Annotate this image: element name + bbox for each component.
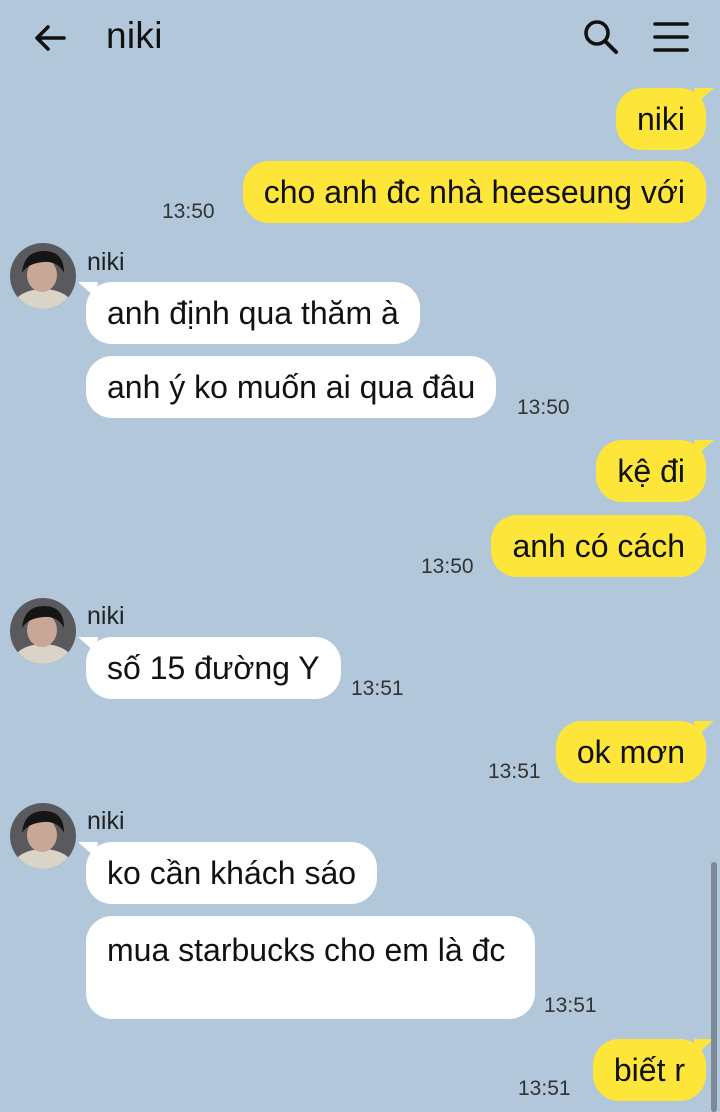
outgoing-message[interactable]: kệ đi [596, 440, 706, 502]
profile-photo [10, 243, 76, 309]
menu-button[interactable] [650, 16, 692, 58]
bubble-tail [694, 440, 714, 456]
bubble-tail [78, 282, 98, 298]
bubble-tail [694, 721, 714, 737]
search-icon [584, 20, 618, 54]
message-time: 13:51 [488, 760, 541, 783]
message-text: anh ý ko muốn ai qua đâu [107, 369, 476, 405]
incoming-message[interactable]: anh định qua thăm à [86, 282, 420, 344]
incoming-message[interactable]: mua starbucks cho em là đc [86, 916, 535, 1019]
message-text: mua starbucks cho em là đc [107, 932, 506, 968]
bubble-tail [78, 842, 98, 858]
outgoing-message[interactable]: anh có cách [491, 515, 706, 577]
message-text: anh có cách [512, 528, 685, 564]
outgoing-message[interactable]: biết r [592, 1039, 706, 1101]
message-time: 13:50 [517, 396, 570, 419]
message-text: ok mơn [576, 734, 685, 770]
incoming-message[interactable]: ko cần khách sáo [86, 842, 378, 904]
sender-name: niki [87, 602, 125, 630]
message-text: cho anh đc nhà heeseung với [263, 174, 685, 210]
avatar[interactable] [10, 598, 76, 664]
message-time: 13:50 [421, 555, 474, 578]
message-text: anh định qua thăm à [107, 295, 399, 331]
message-time: 13:51 [518, 1077, 571, 1100]
avatar[interactable] [10, 803, 76, 869]
incoming-message[interactable]: số 15 đường Y [86, 637, 341, 699]
message-time: 13:50 [162, 200, 215, 223]
hamburger-menu-icon [653, 22, 689, 52]
chat-title: niki [106, 15, 163, 56]
message-text: kệ đi [617, 453, 685, 489]
message-text: ko cần khách sáo [107, 855, 357, 891]
sender-name: niki [87, 248, 125, 276]
message-time: 13:51 [351, 677, 404, 700]
chat-header: niki [0, 0, 720, 76]
profile-photo [10, 598, 76, 664]
avatar[interactable] [10, 243, 76, 309]
profile-photo [10, 803, 76, 869]
arrow-left-icon [35, 25, 66, 51]
message-time: 13:51 [544, 994, 597, 1017]
message-text: biết r [613, 1052, 685, 1088]
message-text: số 15 đường Y [107, 650, 320, 686]
incoming-message[interactable]: anh ý ko muốn ai qua đâu [86, 356, 497, 418]
bubble-tail [78, 637, 98, 653]
back-button[interactable] [30, 18, 70, 58]
search-button[interactable] [580, 16, 622, 58]
outgoing-message[interactable]: ok mơn [555, 721, 706, 783]
message-text: niki [636, 101, 685, 137]
outgoing-message[interactable]: niki [615, 88, 706, 150]
outgoing-message[interactable]: cho anh đc nhà heeseung với [242, 161, 706, 223]
sender-name: niki [87, 807, 125, 835]
bubble-tail [694, 88, 714, 104]
scrollbar[interactable] [711, 862, 717, 1112]
